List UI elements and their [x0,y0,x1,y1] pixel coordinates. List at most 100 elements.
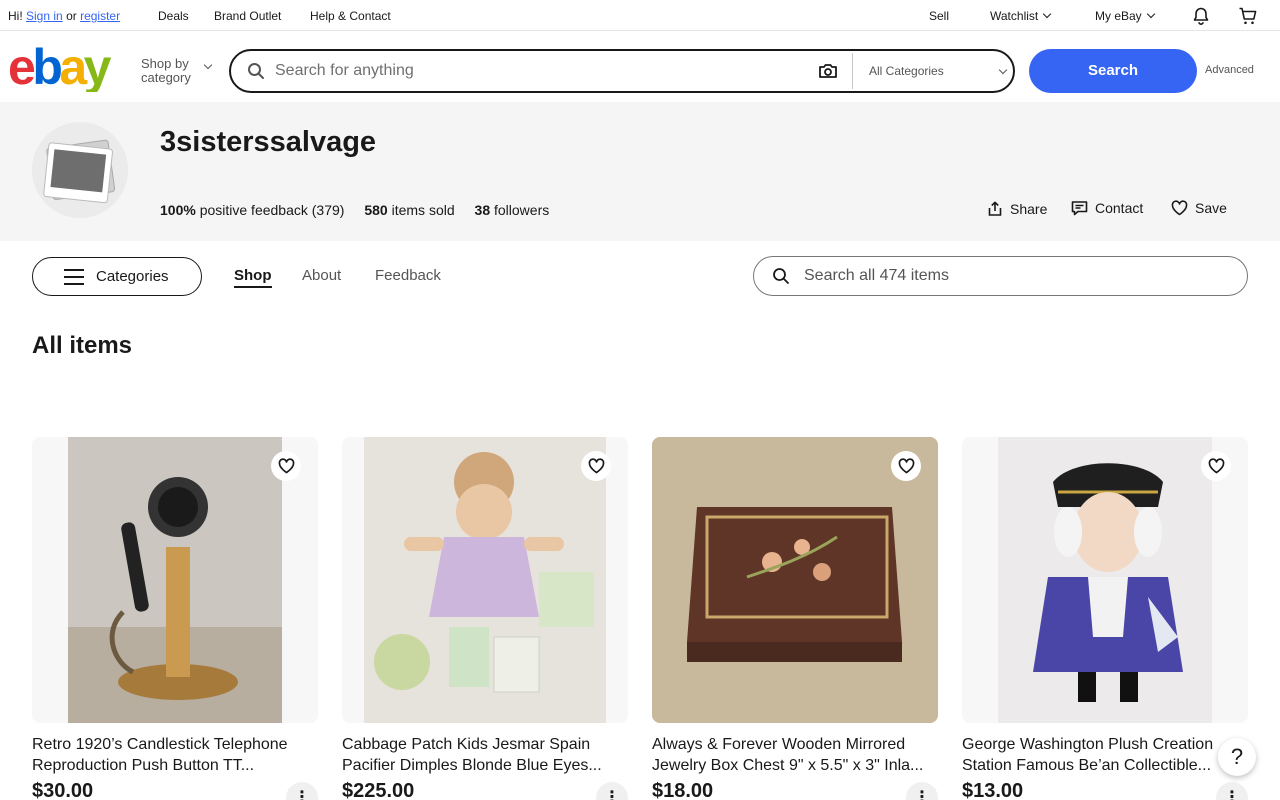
sell-link[interactable]: Sell [929,9,949,23]
svg-text:ebay: ebay [8,44,112,92]
contact-button[interactable]: Contact [1071,200,1143,216]
store-name: 3sisterssalvage [160,126,377,158]
more-vertical-icon: ⋮ [1224,789,1240,800]
save-store-button[interactable]: Save [1171,200,1227,216]
help-button[interactable]: ? [1218,738,1256,776]
contact-label: Contact [1095,200,1144,216]
item-image[interactable] [962,437,1248,723]
item-title[interactable]: George Washington Plush Creation Station… [962,734,1248,776]
followers-text: followers [494,202,550,218]
categories-button[interactable]: Categories [32,257,202,296]
items-sold-stat: 580 items sold [364,202,454,218]
item-image[interactable] [32,437,318,723]
message-icon [1071,201,1088,216]
search-icon [248,63,264,79]
register-link[interactable]: register [80,9,120,23]
search-input[interactable]: Search for anything [275,62,414,80]
store-avatar [32,122,128,218]
category-label: category [141,70,191,85]
shop-by-label: Shop by [141,56,189,71]
top-bar: Hi! Sign in or register Deals Brand Outl… [0,0,1280,31]
search-icon [773,268,789,284]
advanced-search-link[interactable]: Advanced [1205,64,1254,76]
item-price: $13.00 [962,780,1024,800]
store-banner: 3sisterssalvage 100% positive feedback (… [0,102,1280,241]
heart-icon [1208,458,1224,474]
my-ebay-label: My eBay [1095,9,1142,23]
watchlist-label: Watchlist [990,9,1039,23]
search-bar: Search for anything All Categories [229,49,1015,93]
cart-icon[interactable] [1238,6,1258,26]
store-stats: 100% positive feedback (379) 580 items s… [160,202,565,218]
followers-count: 38 [474,202,491,218]
item-price: $18.00 [652,780,714,800]
feedback-stat[interactable]: 100% positive feedback (379) [160,202,344,218]
tab-about[interactable]: About [302,267,341,284]
greeting-text: Hi! [8,9,23,23]
watch-button[interactable] [581,451,611,481]
section-title: All items [32,332,133,359]
item-image[interactable] [652,437,938,723]
watch-button[interactable] [271,451,301,481]
photo-placeholder-icon [43,139,116,204]
chevron-down-icon [203,60,213,70]
share-button[interactable]: Share [987,201,1047,217]
item-title[interactable]: Always & Forever Wooden Mirrored Jewelry… [652,734,938,776]
doll-photo [364,437,606,723]
camera-icon[interactable] [818,62,838,80]
categories-label: Categories [96,268,169,285]
search-button[interactable]: Search [1029,49,1197,93]
search-divider [852,53,853,89]
my-ebay-link[interactable]: My eBay [1095,9,1155,23]
chevron-down-icon [998,65,1008,75]
heart-icon [278,458,294,474]
shop-by-category-button[interactable]: Shop by category [141,56,213,85]
item-title[interactable]: Cabbage Patch Kids Jesmar Spain Pacifier… [342,734,628,776]
category-select-value: All Categories [869,64,944,78]
share-icon [988,201,1002,216]
more-vertical-icon: ⋮ [914,789,930,800]
telephone-photo [68,437,282,723]
or-text: or [66,9,77,23]
item-card[interactable]: Always & Forever Wooden Mirrored Jewelry… [652,437,938,800]
watchlist-link[interactable]: Watchlist [990,9,1052,23]
feedback-text: positive feedback (379) [199,202,345,218]
watch-button[interactable] [1201,451,1231,481]
deals-link[interactable]: Deals [158,9,189,23]
brand-outlet-link[interactable]: Brand Outlet [214,9,281,23]
heart-icon [588,458,604,474]
notification-bell-icon[interactable] [1191,6,1211,26]
jewelry-box-photo [652,437,938,723]
plush-doll-photo [998,437,1212,723]
items-sold-count: 580 [364,202,388,218]
followers-stat: 38 followers [475,202,550,218]
share-label: Share [1010,201,1048,217]
help-contact-link[interactable]: Help & Contact [310,9,391,23]
hamburger-menu-icon [64,269,84,285]
watch-button[interactable] [891,451,921,481]
sign-in-link[interactable]: Sign in [26,9,63,23]
heart-icon [898,458,914,474]
ebay-logo[interactable]: ebay [8,44,126,92]
item-image[interactable] [342,437,628,723]
save-label: Save [1195,200,1227,216]
tab-shop[interactable]: Shop [234,267,272,288]
tab-feedback[interactable]: Feedback [375,267,441,284]
heart-icon [1171,200,1188,216]
category-select[interactable]: All Categories [869,64,1008,78]
chevron-down-icon [1146,9,1155,19]
item-title[interactable]: Retro 1920’s Candlestick Telephone Repro… [32,734,318,776]
item-card[interactable]: Cabbage Patch Kids Jesmar Spain Pacifier… [342,437,628,800]
item-price: $225.00 [342,780,415,800]
chevron-down-icon [1042,9,1052,19]
store-search-input[interactable]: Search all 474 items [804,267,949,285]
more-vertical-icon: ⋮ [604,789,620,800]
store-search-bar: Search all 474 items [753,256,1248,296]
feedback-pct: 100% [160,202,196,218]
more-vertical-icon: ⋮ [294,789,310,800]
item-card[interactable]: Retro 1920’s Candlestick Telephone Repro… [32,437,318,800]
item-price: $30.00 [32,780,94,800]
item-card[interactable]: George Washington Plush Creation Station… [962,437,1248,800]
items-sold-text: items sold [391,202,455,218]
greeting: Hi! Sign in or register [8,9,120,23]
